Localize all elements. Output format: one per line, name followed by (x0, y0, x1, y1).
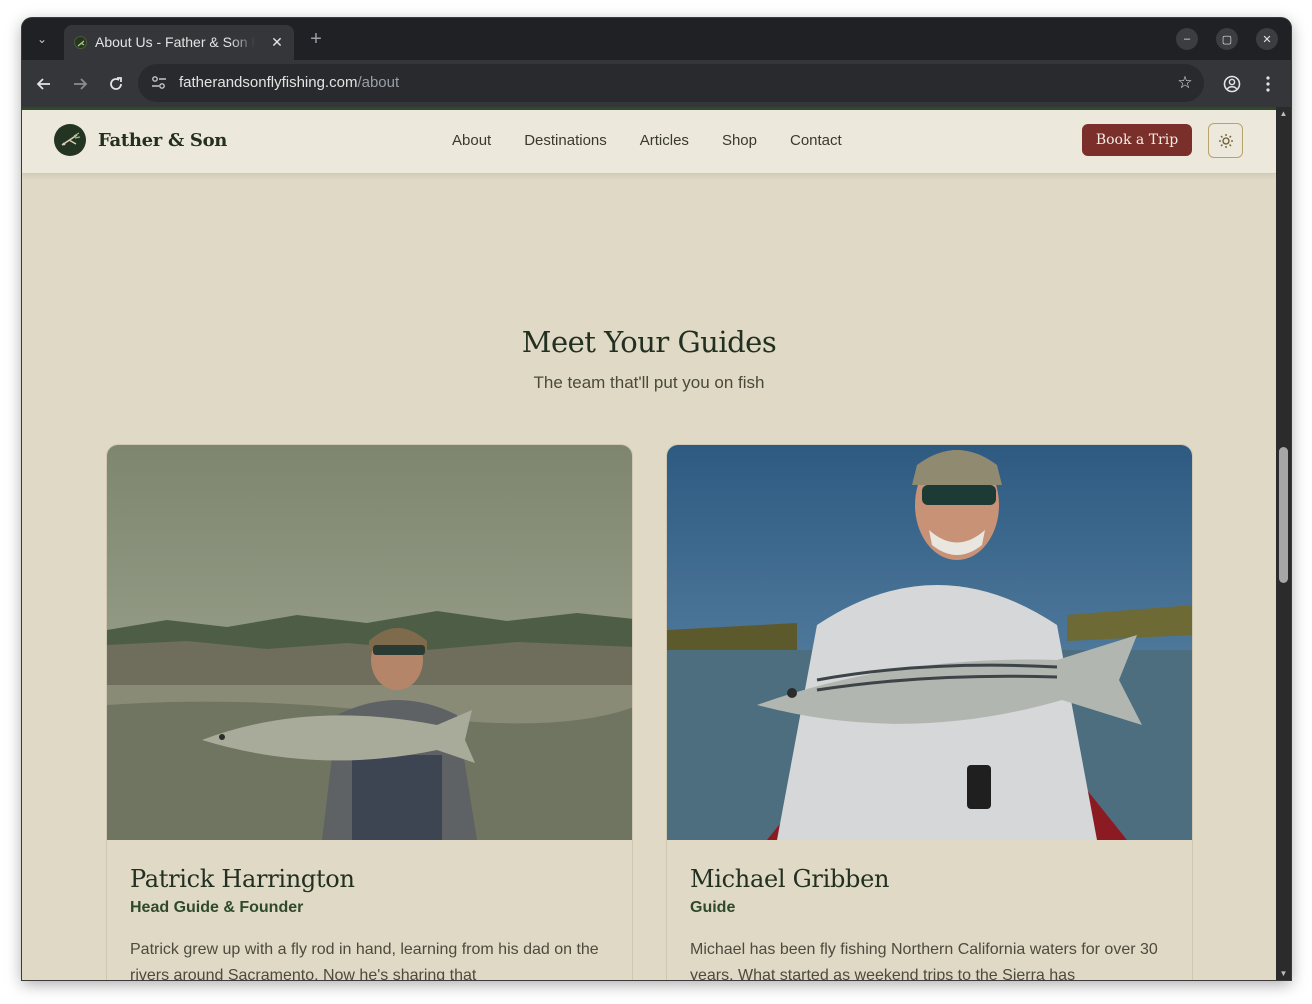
scroll-up-icon[interactable]: ▲ (1279, 109, 1288, 118)
bookmark-star-icon[interactable]: ☆ (1174, 72, 1196, 94)
new-tab-icon[interactable]: + (304, 27, 328, 51)
page-viewport: Father & Son About Destinations Articles… (22, 107, 1276, 980)
guide-card: Patrick Harrington Head Guide & Founder … (106, 444, 633, 980)
nav-about[interactable]: About (452, 132, 491, 149)
scrollbar-thumb[interactable] (1279, 447, 1288, 583)
nav-articles[interactable]: Articles (640, 132, 689, 149)
sun-icon (1218, 133, 1233, 148)
guide-name: Michael Gribben (690, 865, 890, 893)
profile-icon[interactable] (1220, 72, 1244, 96)
browser-tab[interactable]: About Us - Father & Son Fly Fishing ✕ (64, 25, 294, 60)
section-subtitle: The team that'll put you on fish (533, 373, 765, 392)
book-trip-button[interactable]: Book a Trip (1082, 124, 1192, 156)
guide-role: Guide (690, 899, 736, 916)
url-text: fatherandsonflyfishing.com/about (179, 74, 399, 91)
minimize-icon[interactable]: – (1176, 28, 1198, 50)
guide-photo (107, 445, 632, 840)
guide-bio: Patrick grew up with a fly rod in hand, … (130, 941, 599, 980)
menu-icon[interactable] (1256, 72, 1280, 96)
theme-toggle-button[interactable] (1208, 123, 1243, 158)
browser-toolbar: fatherandsonflyfishing.com/about ☆ (22, 60, 1291, 107)
tab-search-icon[interactable]: ⌄ (31, 28, 53, 50)
window-close-icon[interactable]: ✕ (1256, 28, 1278, 50)
nav-shop[interactable]: Shop (722, 132, 757, 149)
nav-destinations[interactable]: Destinations (524, 132, 607, 149)
site-info-icon[interactable] (150, 74, 168, 92)
favicon-icon (74, 36, 87, 49)
guide-bio: Michael has been fly fishing Northern Ca… (690, 941, 1158, 980)
site-header: Father & Son About Destinations Articles… (22, 110, 1276, 174)
logo-icon[interactable] (54, 124, 86, 156)
page-scrollbar[interactable]: ▲ ▼ (1276, 107, 1291, 980)
reload-icon[interactable] (104, 72, 128, 96)
scroll-down-icon[interactable]: ▼ (1279, 969, 1288, 978)
url-domain: fatherandsonflyfishing.com (179, 74, 358, 91)
maximize-icon[interactable]: ▢ (1216, 28, 1238, 50)
guide-role: Head Guide & Founder (130, 899, 304, 916)
guide-card: Michael Gribben Guide Michael has been f… (666, 444, 1193, 980)
address-bar[interactable]: fatherandsonflyfishing.com/about ☆ (138, 64, 1204, 102)
logo-text[interactable]: Father & Son (98, 130, 227, 151)
forward-icon[interactable] (68, 72, 92, 96)
back-icon[interactable] (32, 72, 56, 96)
url-path: /about (357, 74, 400, 91)
guide-name: Patrick Harrington (130, 865, 355, 893)
close-icon[interactable]: ✕ (267, 32, 287, 52)
nav-contact[interactable]: Contact (790, 132, 842, 149)
browser-window: ⌄ About Us - Father & Son Fly Fishing ✕ … (22, 18, 1291, 980)
guide-photo (667, 445, 1192, 840)
section-title: Meet Your Guides (521, 325, 777, 359)
tab-bar: ⌄ About Us - Father & Son Fly Fishing ✕ … (22, 18, 1291, 60)
tab-title: About Us - Father & Son Fly Fishing (95, 34, 255, 50)
main-nav: About Destinations Articles Shop Contact (452, 132, 875, 149)
